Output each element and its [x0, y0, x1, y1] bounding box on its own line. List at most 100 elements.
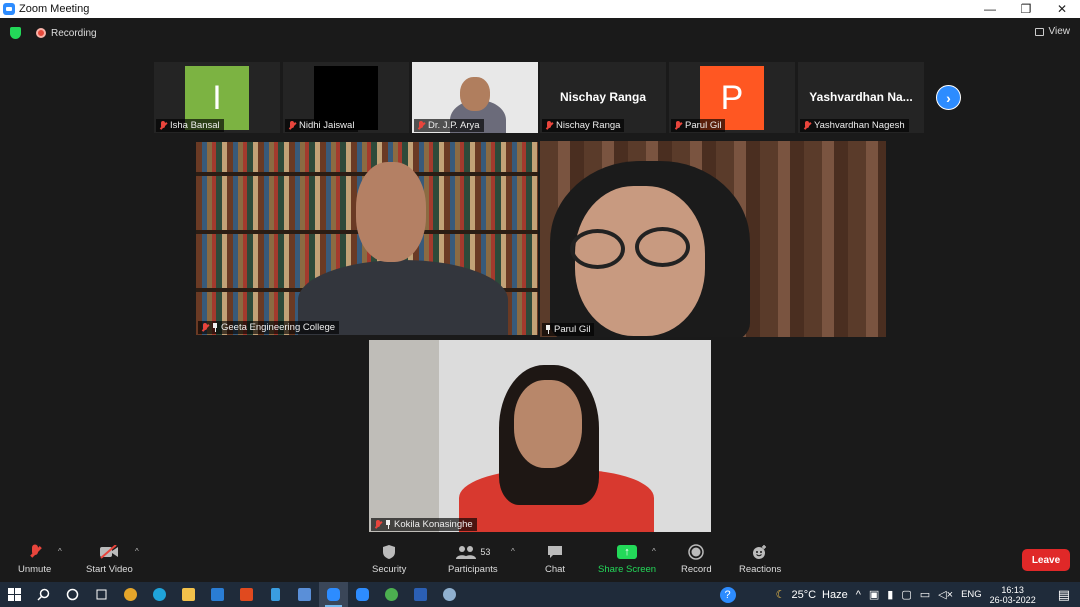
- search-icon[interactable]: [29, 582, 58, 607]
- share-screen-icon: ↑: [617, 544, 638, 560]
- video-off-icon: [99, 544, 119, 560]
- word-icon[interactable]: [406, 582, 435, 607]
- mic-muted-icon: [417, 120, 425, 131]
- weather-temp[interactable]: 25°C: [791, 589, 816, 601]
- participant-name-tag: Nischay Ranga: [542, 119, 625, 132]
- recording-label[interactable]: Recording: [51, 28, 97, 39]
- clock[interactable]: 16:13 26-03-2022: [990, 585, 1044, 605]
- chrome-icon-2[interactable]: [377, 582, 406, 607]
- encryption-shield-icon[interactable]: [10, 27, 21, 39]
- meeting-topbar: Recording View: [0, 18, 1080, 48]
- chrome-icon[interactable]: [116, 582, 145, 607]
- language-indicator[interactable]: ENG: [961, 589, 982, 600]
- pin-icon: [385, 520, 391, 529]
- participants-button[interactable]: 53 Participants: [448, 544, 498, 575]
- weather-desc[interactable]: Haze: [822, 589, 848, 601]
- avatar-initial: I: [212, 78, 222, 117]
- task-view-icon[interactable]: [87, 582, 116, 607]
- participant-name-tag: Geeta Engineering College: [198, 321, 340, 334]
- record-button[interactable]: Record: [681, 544, 712, 575]
- reactions-label: Reactions: [739, 564, 782, 575]
- participant-face: [460, 77, 490, 111]
- filmstrip-tile[interactable]: P Parul Gil: [669, 62, 795, 133]
- participant-display-name: Nischay Ranga: [559, 90, 647, 104]
- volume-muted-icon[interactable]: ◁×: [938, 588, 953, 601]
- security-button[interactable]: Security: [372, 544, 406, 575]
- window-title: Zoom Meeting: [19, 3, 90, 15]
- filmstrip-tile[interactable]: Nidhi Jaiswal: [283, 62, 409, 133]
- clock-date: 26-03-2022: [989, 594, 1036, 605]
- video-background: [369, 340, 439, 532]
- store-icon[interactable]: [290, 582, 319, 607]
- video-tile-geeta[interactable]: Geeta Engineering College: [196, 142, 538, 335]
- participants-label: Participants: [448, 564, 498, 575]
- participant-name: Nidhi Jaiswal: [299, 120, 355, 131]
- cortana-icon[interactable]: [58, 582, 87, 607]
- participant-display-name: Yashvardhan Na...: [809, 90, 913, 104]
- restore-button[interactable]: ❐: [1008, 0, 1044, 18]
- help-icon[interactable]: ?: [719, 586, 736, 603]
- filmstrip-tile[interactable]: Nischay Ranga Nischay Ranga: [540, 62, 666, 133]
- participant-name: Dr. J.P. Arya: [428, 120, 480, 131]
- mic-muted-icon: [288, 120, 296, 131]
- video-options-caret[interactable]: ^: [135, 547, 139, 556]
- mic-muted-icon: [545, 120, 553, 131]
- participant-name: Isha Bansal: [170, 120, 220, 131]
- view-button[interactable]: View: [1034, 26, 1071, 37]
- leave-button[interactable]: Leave: [1022, 549, 1070, 571]
- filmstrip-tile[interactable]: Dr. J.P. Arya: [412, 62, 538, 133]
- participant-face: [514, 380, 582, 468]
- chevron-up-icon[interactable]: ^: [856, 589, 861, 601]
- record-label: Record: [681, 564, 712, 575]
- zoom-taskbar-icon-2[interactable]: [348, 582, 377, 607]
- participant-name-tag: Nidhi Jaiswal: [285, 119, 359, 132]
- windows-start-icon[interactable]: [0, 582, 29, 607]
- video-tile-kokila[interactable]: Kokila Konasinghe: [369, 340, 711, 532]
- participants-count: 53: [480, 547, 491, 557]
- participant-name-tag: Dr. J.P. Arya: [414, 119, 484, 132]
- office-icon[interactable]: [232, 582, 261, 607]
- mic-muted-icon: [31, 544, 39, 560]
- mail-icon[interactable]: [203, 582, 232, 607]
- share-options-caret[interactable]: ^: [652, 547, 656, 556]
- zoom-taskbar-icon[interactable]: [319, 582, 348, 607]
- microphone-icon[interactable]: ▮: [887, 588, 893, 601]
- clock-time: 16:13: [1001, 584, 1024, 595]
- audio-options-caret[interactable]: ^: [58, 547, 62, 556]
- phone-app-icon[interactable]: [261, 582, 290, 607]
- view-label: View: [1048, 26, 1071, 37]
- notifications-icon[interactable]: ▤: [1058, 587, 1070, 603]
- close-button[interactable]: ✕: [1044, 0, 1080, 18]
- display-icon[interactable]: ▢: [901, 588, 911, 601]
- file-explorer-icon[interactable]: [174, 582, 203, 607]
- minimize-button[interactable]: —: [972, 0, 1008, 18]
- reactions-button[interactable]: Reactions: [739, 544, 781, 575]
- start-video-button[interactable]: Start Video: [86, 544, 133, 575]
- app-icon[interactable]: [435, 582, 464, 607]
- filmstrip-next-button[interactable]: ›: [936, 85, 961, 110]
- mic-muted-icon: [374, 519, 382, 530]
- participant-face: [356, 162, 426, 262]
- smiley-plus-icon: [752, 544, 768, 560]
- zoom-app-icon: [3, 3, 15, 15]
- share-screen-button[interactable]: ↑ Share Screen: [598, 544, 656, 575]
- participant-name-tag: Yashvardhan Nagesh: [800, 119, 909, 132]
- network-icon[interactable]: ▣: [869, 588, 879, 601]
- filmstrip-tile[interactable]: I Isha Bansal: [154, 62, 280, 133]
- chat-button[interactable]: Chat: [545, 544, 565, 575]
- battery-icon[interactable]: ▭: [920, 588, 930, 601]
- unmute-button[interactable]: Unmute: [18, 544, 51, 575]
- chat-label: Chat: [545, 564, 566, 575]
- meeting-toolbar: Unmute ^ Start Video ^ Security 53 Parti…: [0, 538, 1080, 582]
- edge-icon[interactable]: [145, 582, 174, 607]
- record-icon: [688, 544, 705, 560]
- recording-icon: [36, 28, 46, 38]
- filmstrip-tile[interactable]: Yashvardhan Na... Yashvardhan Nagesh: [798, 62, 924, 133]
- weather-icon: ☾: [775, 589, 786, 601]
- participant-name: Nischay Ranga: [556, 120, 621, 131]
- participants-options-caret[interactable]: ^: [511, 547, 515, 556]
- video-tile-parul[interactable]: Parul Gil: [540, 141, 886, 337]
- mic-muted-icon: [159, 120, 167, 131]
- participant-name: Yashvardhan Nagesh: [814, 120, 905, 131]
- window-titlebar: Zoom Meeting — ❐ ✕: [0, 0, 1080, 18]
